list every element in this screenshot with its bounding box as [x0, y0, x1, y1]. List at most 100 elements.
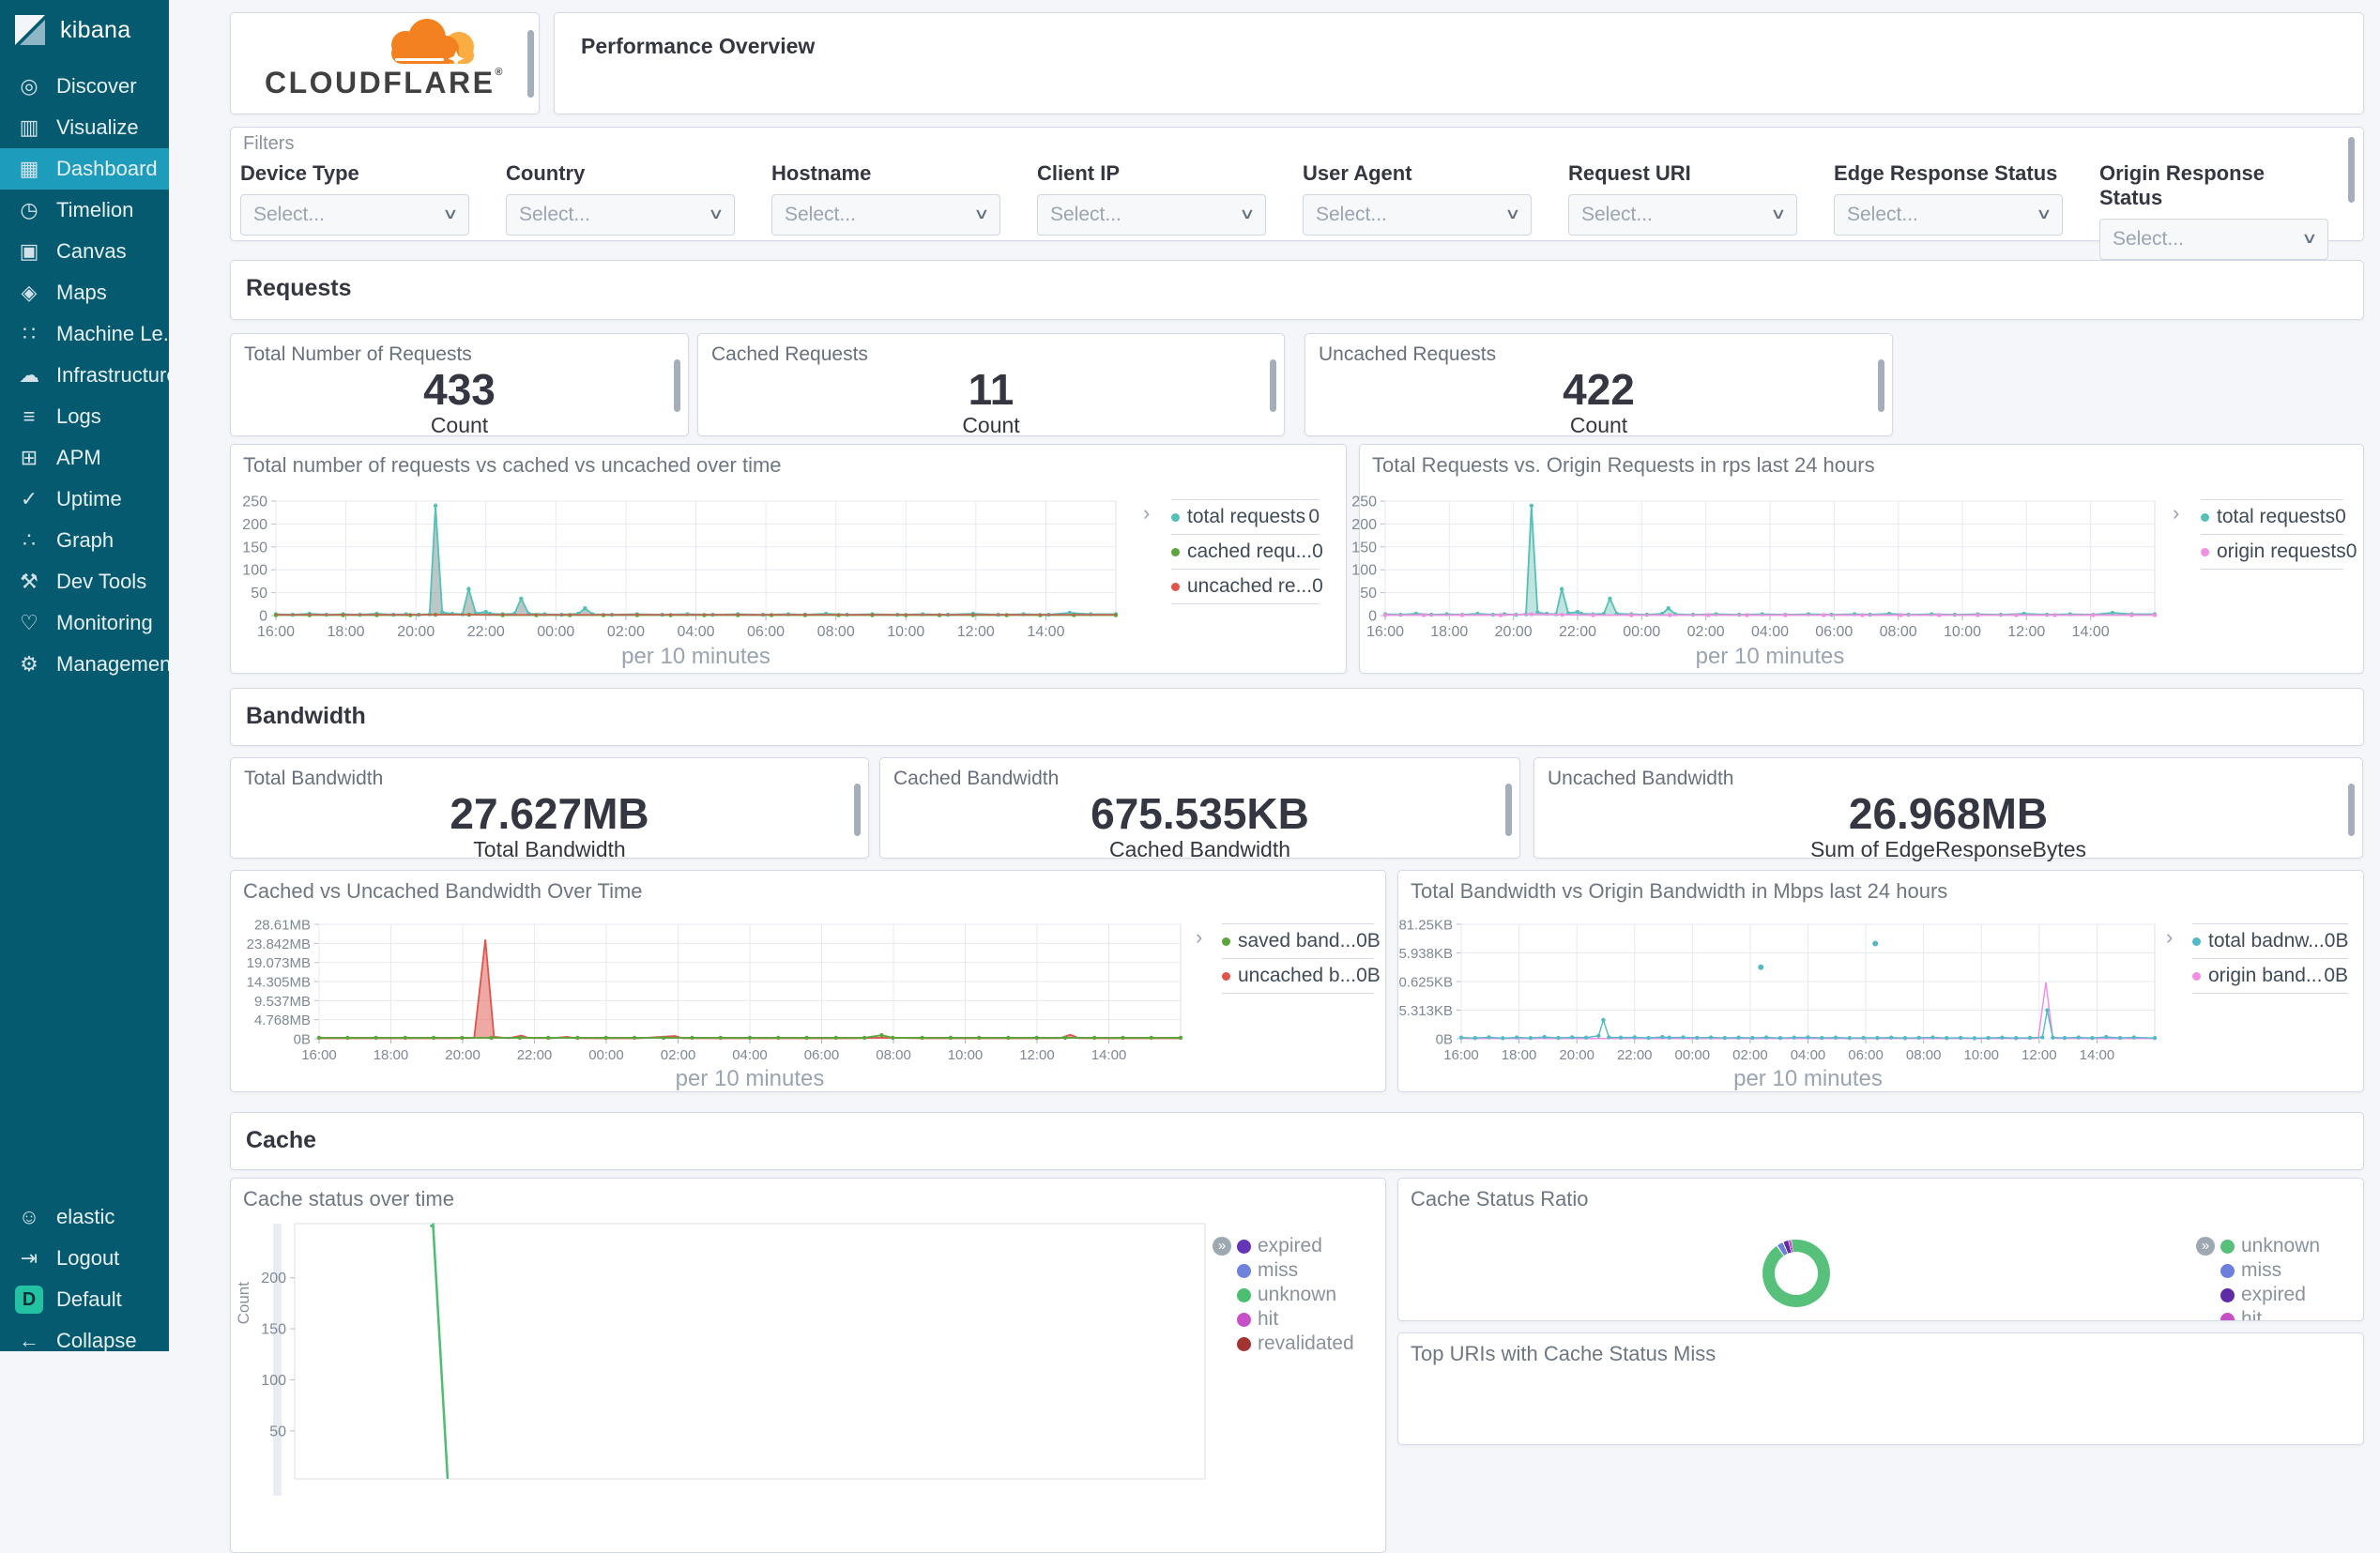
- legend-item-cached-requ[interactable]: cached requ... 0: [1171, 534, 1323, 569]
- filter-select-origin-response-status[interactable]: Select... ∨: [2099, 219, 2328, 260]
- legend-toggle-icon[interactable]: »: [2196, 1237, 2215, 1256]
- legend-item-miss[interactable]: miss: [2220, 1258, 2320, 1283]
- sidebar-item-logs[interactable]: ≡ Logs: [0, 396, 169, 437]
- svg-text:20:00: 20:00: [1559, 1047, 1594, 1063]
- filter-select-device-type[interactable]: Select... ∨: [240, 194, 469, 236]
- scrollbar-thumb[interactable]: [1505, 784, 1512, 836]
- sidebar-item-collapse[interactable]: ← Collapse: [0, 1320, 169, 1362]
- sidebar-item-monitoring[interactable]: ♡ Monitoring: [0, 602, 169, 644]
- legend-toggle-icon[interactable]: ›: [2166, 927, 2173, 948]
- sidebar-item-discover[interactable]: ◎ Discover: [0, 66, 169, 107]
- legend-item-revalidated[interactable]: revalidated: [1237, 1332, 1354, 1356]
- sidebar-item-label: Maps: [56, 281, 107, 304]
- sidebar-item-apm[interactable]: ⊞ APM: [0, 437, 169, 479]
- chevron-down-icon: ∨: [2301, 231, 2318, 247]
- section-title-cache: Cache: [246, 1127, 317, 1153]
- sidebar-item-dashboard[interactable]: ▦ Dashboard: [0, 148, 169, 190]
- svg-text:250: 250: [1352, 495, 1377, 510]
- legend-item-unknown[interactable]: unknown: [2220, 1234, 2320, 1258]
- legend-item-origin-requests[interactable]: origin requests 0: [2201, 534, 2357, 570]
- filters-title: Filters: [243, 133, 295, 154]
- filter-select-user-agent[interactable]: Select... ∨: [1303, 194, 1532, 236]
- sidebar-item-management[interactable]: ⚙ Management: [0, 644, 169, 685]
- legend-item-hit[interactable]: hit: [1237, 1307, 1354, 1332]
- legend-toggle-icon[interactable]: »: [1213, 1237, 1231, 1256]
- app-title: kibana: [60, 16, 131, 43]
- scrollbar-thumb[interactable]: [527, 30, 534, 98]
- sidebar-item-timelion[interactable]: ◷ Timelion: [0, 190, 169, 231]
- legend-item-expired[interactable]: expired: [2220, 1283, 2320, 1307]
- cache-status-ratio-donut[interactable]: [1762, 1240, 1830, 1307]
- requests-over-time-plot: 250 200 150 100 50 0 16:00 18:00 20:00 22:00 00:00…: [231, 492, 1169, 651]
- sidebar-item-label: Timelion: [56, 198, 134, 221]
- panel-section-bandwidth: Bandwidth: [230, 688, 2364, 746]
- legend-item-total-requests[interactable]: total requests 0: [1171, 499, 1320, 534]
- chart-legend: unknown miss expired hit: [2220, 1234, 2320, 1320]
- svg-text:04:00: 04:00: [732, 1047, 768, 1063]
- logs-icon: ≡: [23, 404, 36, 428]
- legend-item-hit[interactable]: hit: [2220, 1307, 2320, 1320]
- sidebar-item-maps[interactable]: ◈ Maps: [0, 272, 169, 313]
- scrollbar-thumb[interactable]: [1878, 359, 1884, 412]
- legend-item-origin-band[interactable]: origin band... 0B: [2192, 958, 2348, 994]
- svg-text:18:00: 18:00: [1430, 624, 1468, 640]
- svg-text:12:00: 12:00: [1019, 1047, 1055, 1063]
- legend-toggle-icon[interactable]: ›: [2173, 503, 2179, 524]
- chevron-down-icon: ∨: [1770, 206, 1787, 222]
- sidebar-item-default[interactable]: D Default: [0, 1279, 169, 1320]
- legend-item-saved-band[interactable]: saved band... 0B: [1222, 923, 1381, 958]
- sidebar-item-label: Management: [56, 652, 169, 676]
- legend-item-total-requests[interactable]: total requests 0: [2201, 499, 2346, 534]
- sidebar-item-canvas[interactable]: ▣ Canvas: [0, 231, 169, 272]
- legend-value: 0: [1308, 506, 1320, 527]
- scrollbar-thumb[interactable]: [2348, 784, 2355, 836]
- sidebar-item-label: Monitoring: [56, 611, 153, 634]
- legend-value: 0: [2335, 506, 2346, 527]
- legend-toggle-icon[interactable]: ›: [1143, 503, 1150, 524]
- sidebar-item-uptime[interactable]: ✓ Uptime: [0, 479, 169, 520]
- sidebar-item-visualize[interactable]: ▥ Visualize: [0, 107, 169, 148]
- svg-text:200: 200: [242, 517, 267, 533]
- filter-select-request-uri[interactable]: Select... ∨: [1568, 194, 1797, 236]
- sidebar-item-infrastructure[interactable]: ☁ Infrastructure: [0, 355, 169, 396]
- legend-value: 0B: [1356, 930, 1381, 952]
- legend-label: unknown: [1258, 1284, 1337, 1305]
- sidebar-item-logout[interactable]: ⇥ Logout: [0, 1238, 169, 1279]
- scrollbar-thumb[interactable]: [2348, 137, 2355, 203]
- legend-dot-icon: [1171, 547, 1180, 556]
- svg-text:150: 150: [242, 540, 267, 556]
- apm-icon: ⊞: [20, 446, 38, 469]
- filter-select-edge-response-status[interactable]: Select... ∨: [1834, 194, 2063, 236]
- panel-requests-over-time-chart: Total number of requests vs cached vs un…: [230, 444, 1347, 674]
- sidebar-item-dev-tools[interactable]: ⚒ Dev Tools: [0, 561, 169, 602]
- filter-select-hostname[interactable]: Select... ∨: [771, 194, 1000, 236]
- graph-icon: ∴: [23, 528, 36, 552]
- sidebar-item-elastic[interactable]: ☺ elastic: [0, 1196, 169, 1238]
- sidebar-item-label: Machine Le...: [56, 322, 169, 345]
- sidebar-item-graph[interactable]: ∴ Graph: [0, 520, 169, 561]
- filter-select-client-ip[interactable]: Select... ∨: [1037, 194, 1266, 236]
- filter-select-country[interactable]: Select... ∨: [506, 194, 735, 236]
- svg-text:00:00: 00:00: [1623, 624, 1660, 640]
- svg-text:20:00: 20:00: [1495, 624, 1533, 640]
- legend-toggle-icon[interactable]: ›: [1196, 927, 1202, 948]
- scrollbar-thumb[interactable]: [674, 359, 680, 412]
- scrollbar-thumb[interactable]: [1270, 359, 1276, 412]
- legend-item-uncached-b[interactable]: uncached b... 0B: [1222, 958, 1381, 994]
- kibana-brand[interactable]: kibana: [0, 0, 169, 60]
- scrollbar-thumb[interactable]: [854, 784, 861, 836]
- filter-label: Origin Response Status: [2099, 161, 2266, 209]
- legend-item-unknown[interactable]: unknown: [1237, 1283, 1354, 1307]
- legend-item-miss[interactable]: miss: [1237, 1258, 1354, 1283]
- legend-item-uncached-re[interactable]: uncached re... 0: [1171, 569, 1323, 604]
- svg-text:14:00: 14:00: [2072, 624, 2110, 640]
- legend-item-total-badnw[interactable]: total badnw... 0B: [2192, 923, 2348, 958]
- svg-text:14:00: 14:00: [1091, 1047, 1127, 1063]
- sidebar-item-label: Visualize: [56, 115, 139, 139]
- section-title-bandwidth: Bandwidth: [246, 703, 366, 729]
- svg-text:08:00: 08:00: [876, 1047, 911, 1063]
- chart-title: Total Bandwidth vs Origin Bandwidth in M…: [1411, 879, 1948, 903]
- legend-dot-icon: [1237, 1263, 1251, 1278]
- sidebar-item-machine-le[interactable]: ∷ Machine Le...: [0, 313, 169, 355]
- legend-item-expired[interactable]: expired: [1237, 1234, 1354, 1258]
